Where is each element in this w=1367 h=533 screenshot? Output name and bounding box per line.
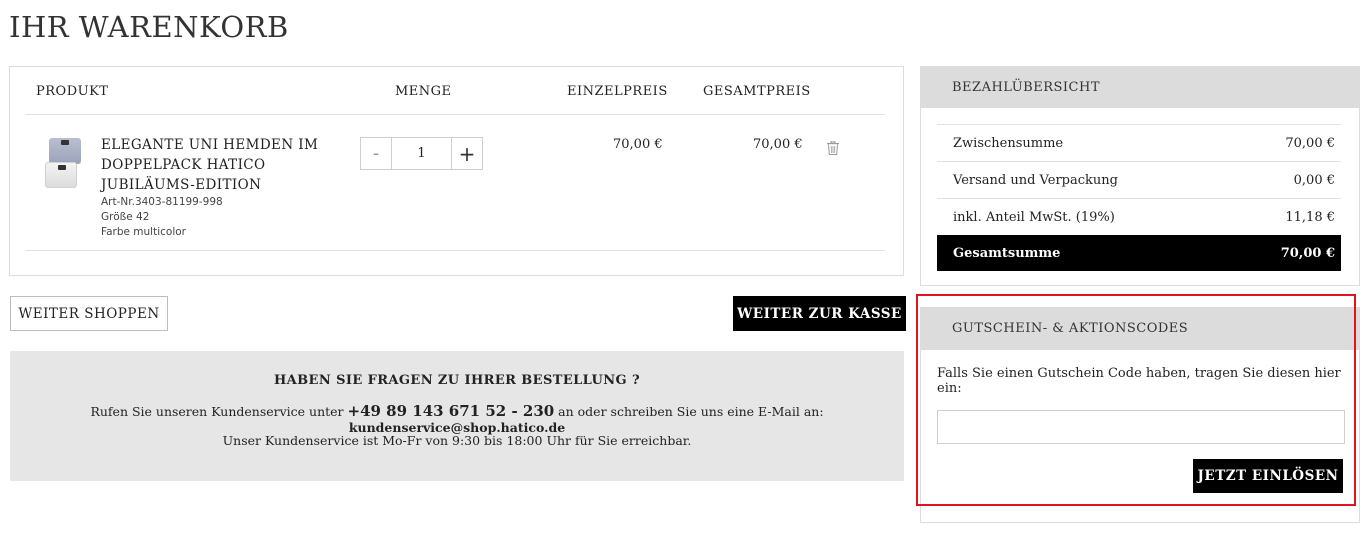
product-article-number: Art-Nr.3403-81199-998 — [101, 196, 223, 208]
summary-total-value: 70,00 € — [1280, 246, 1335, 261]
summary-value: 0,00 € — [1293, 173, 1335, 188]
summary-value: 70,00 € — [1285, 136, 1335, 151]
header-unit-price: EINZELPREIS — [567, 84, 668, 99]
summary-row-subtotal: Zwischensumme 70,00 € — [937, 124, 1341, 161]
product-name-link[interactable]: ELEGANTE UNI HEMDEN IM DOPPELPACK HATICO… — [101, 135, 331, 195]
redeem-voucher-button[interactable]: JETZT EINLÖSEN — [1193, 459, 1343, 493]
checkout-button[interactable]: WEITER ZUR KASSE — [733, 296, 906, 331]
voucher-instructions: Falls Sie einen Gutschein Code haben, tr… — [937, 366, 1341, 396]
summary-label: Versand und Verpackung — [953, 173, 1118, 188]
summary-row-shipping: Versand und Verpackung 0,00 € — [937, 161, 1341, 198]
summary-total-label: Gesamtsumme — [953, 246, 1061, 261]
product-color: Farbe multicolor — [101, 226, 186, 238]
header-product: PRODUKT — [36, 84, 109, 99]
item-unit-price: 70,00 € — [613, 137, 663, 152]
help-contact-line: Rufen Sie unseren Kundenservice unter +4… — [10, 402, 904, 435]
help-hours: Unser Kundenservice ist Mo-Fr von 9:30 b… — [222, 433, 692, 448]
voucher-title: GUTSCHEIN- & AKTIONSCODES — [921, 308, 1359, 350]
summary-row-vat: inkl. Anteil MwSt. (19%) 11,18 € — [937, 198, 1341, 235]
summary-row-total: Gesamtsumme 70,00 € — [937, 235, 1341, 271]
summary-title: BEZAHLÜBERSICHT — [921, 67, 1359, 108]
product-image[interactable] — [45, 138, 81, 190]
shirt-image-back — [49, 138, 81, 164]
summary-value: 11,18 € — [1285, 210, 1335, 225]
quantity-increase-button[interactable]: + — [452, 138, 482, 169]
voucher-panel: GUTSCHEIN- & AKTIONSCODES Falls Sie eine… — [920, 307, 1360, 523]
quantity-decrease-button[interactable]: - — [361, 138, 391, 169]
summary-label: Zwischensumme — [953, 136, 1064, 151]
quantity-input[interactable]: 1 — [391, 138, 452, 169]
page-title: IHR WARENKORB — [9, 10, 289, 44]
product-size: Größe 42 — [101, 211, 150, 223]
shirt-image-front — [45, 162, 77, 188]
quantity-stepper: - 1 + — [360, 137, 483, 170]
help-box: HABEN SIE FRAGEN ZU IHRER BESTELLUNG ? R… — [10, 351, 904, 481]
help-phone: +49 89 143 671 52 - 230 — [347, 402, 555, 420]
help-text-prefix: Rufen Sie unseren Kundenservice unter — [90, 404, 348, 419]
summary-label: inkl. Anteil MwSt. (19%) — [953, 210, 1115, 225]
voucher-code-input[interactable] — [937, 410, 1345, 444]
cart-item-row: ELEGANTE UNI HEMDEN IM DOPPELPACK HATICO… — [25, 116, 885, 251]
help-title: HABEN SIE FRAGEN ZU IHRER BESTELLUNG ? — [274, 373, 640, 388]
continue-shopping-button[interactable]: WEITER SHOPPEN — [10, 296, 168, 331]
item-total-price: 70,00 € — [753, 137, 803, 152]
header-total-price: GESAMTPREIS — [703, 84, 811, 99]
trash-icon[interactable] — [827, 141, 839, 155]
help-text-middle: an oder schreiben Sie uns eine E-Mail an… — [554, 404, 824, 419]
cart-table: PRODUKT MENGE EINZELPREIS GESAMTPREIS EL… — [9, 66, 904, 276]
cart-table-header: PRODUKT MENGE EINZELPREIS GESAMTPREIS — [25, 67, 885, 115]
payment-summary: BEZAHLÜBERSICHT Zwischensumme 70,00 € Ve… — [920, 66, 1360, 286]
header-quantity: MENGE — [395, 84, 452, 99]
